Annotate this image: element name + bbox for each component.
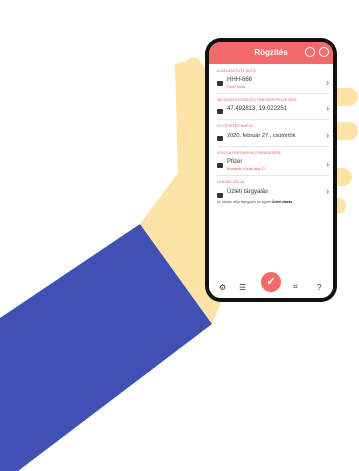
divider (217, 119, 329, 120)
list-icon[interactable]: ☰ (239, 283, 246, 292)
chevron-right-icon[interactable]: › (326, 131, 329, 140)
position-coordinates[interactable]: 47.492813, 19.022251 (227, 106, 287, 112)
section-label-date: ÚJ TÉVÉTÉS NAPJA (217, 124, 253, 128)
chevron-right-icon[interactable]: › (326, 160, 329, 169)
partner-icon (217, 163, 223, 168)
divider (217, 146, 329, 147)
section-label-car: KIVÁLASZTOTT AUTÓ (217, 69, 256, 73)
car-icon (217, 81, 223, 86)
trip-purpose[interactable]: Üzleti tárgyalás (227, 189, 268, 195)
illustration-scene: Rögzítés KIVÁLASZTOTT AUTÓ HHH-666 Ford … (0, 0, 359, 471)
bottom-tab-bar: ⚙ ☰ ✓ ⌗ ? (209, 272, 333, 298)
section-label-partner: VISSZ A PARTNERHEZ RENDEZÉSE (217, 151, 282, 155)
purpose-note-bold: Üzleti utazás (271, 200, 293, 204)
map-icon (217, 109, 223, 114)
help-icon[interactable]: ? (317, 283, 321, 292)
user-icon[interactable] (305, 47, 315, 57)
partner-name[interactable]: Pfizer (227, 159, 242, 165)
chevron-right-icon[interactable]: › (326, 104, 329, 113)
phone-device: Rögzítés KIVÁLASZTOTT AUTÓ HHH-666 Ford … (205, 38, 337, 302)
partner-address: Budapest, Kőrösi utca 22. (227, 167, 266, 171)
divider (217, 93, 329, 94)
app-bar: Rögzítés (209, 42, 333, 64)
gear-icon[interactable]: ⚙ (219, 283, 226, 292)
phone-screen: Rögzítés KIVÁLASZTOTT AUTÓ HHH-666 Ford … (209, 42, 333, 298)
calendar-icon (217, 136, 223, 141)
chevron-right-icon[interactable]: › (326, 187, 329, 196)
trip-date[interactable]: 2020. február 27., csütörtök (227, 133, 295, 139)
scan-icon[interactable]: ⌗ (293, 282, 298, 292)
purpose-note: Az utazás célja bejegyzés és egyéb Üzlet… (217, 200, 292, 204)
confirm-button[interactable]: ✓ (261, 272, 281, 292)
section-label-purpose: UTAZÁS CÉLJA (217, 180, 245, 184)
section-label-position: JELENLEGI POZÍCIÓ / PARTNER FELVÉTELE (217, 98, 297, 102)
divider (217, 175, 329, 176)
chevron-right-icon[interactable]: › (326, 78, 329, 87)
settings-face-icon[interactable] (319, 47, 329, 57)
purpose-icon (217, 193, 223, 198)
purpose-note-text: Az utazás célja bejegyzés és egyéb (217, 200, 271, 204)
car-plate[interactable]: HHH-666 (227, 77, 252, 83)
car-model: Ford Transit (227, 85, 246, 89)
